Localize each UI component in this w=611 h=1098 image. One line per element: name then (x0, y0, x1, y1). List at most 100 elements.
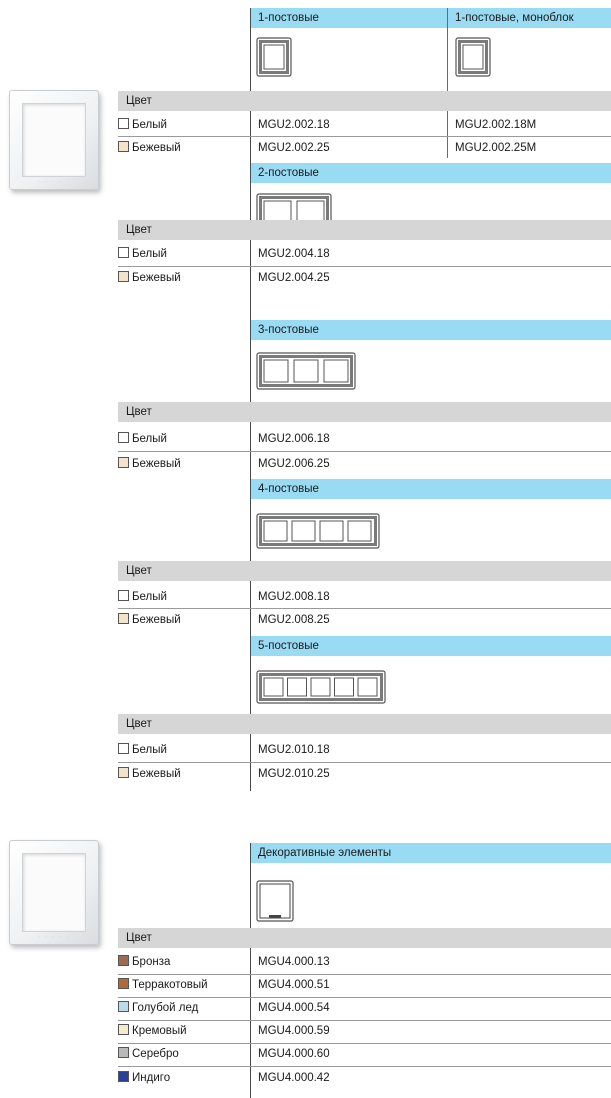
header-2-post-label: 2-постовые (258, 167, 319, 179)
frame-photo-dots: · · · · · (38, 179, 70, 185)
frame-3-post-icon (256, 352, 356, 390)
color-cream: Кремовый (118, 1021, 187, 1041)
frame-decorative-icon (256, 880, 294, 922)
color-name: Бежевый (132, 768, 181, 780)
color-bronze: Бронза (118, 952, 170, 972)
color-name: Кремовый (132, 1025, 187, 1037)
code-cell: MGU4.000.54 (258, 1002, 330, 1014)
color-white: Белый (118, 115, 167, 135)
swatch-beige-icon (118, 271, 129, 282)
code-cell: MGU2.002.25M (455, 142, 537, 154)
color-name: Белый (132, 119, 167, 131)
code-cell: MGU4.000.59 (258, 1025, 330, 1037)
swatch-beige-icon (118, 767, 129, 778)
color-name: Бежевый (132, 142, 181, 154)
color-beige: Бежевый (118, 138, 181, 158)
color-white: Белый (118, 244, 167, 264)
color-name: Бежевый (132, 458, 181, 470)
color-row: Цвет (118, 714, 611, 734)
code-cell: MGU2.006.18 (258, 433, 330, 445)
color-label: Цвет (126, 224, 152, 236)
frame-4-post-icon (256, 513, 380, 549)
color-beige: Бежевый (118, 610, 181, 630)
code-cell: MGU2.010.25 (258, 768, 330, 780)
color-row: Цвет (118, 220, 611, 240)
frame-5-post-icon (256, 670, 386, 704)
color-white: Белый (118, 740, 167, 760)
color-name: Бежевый (132, 272, 181, 284)
color-label: Цвет (126, 565, 152, 577)
swatch-white-icon (118, 432, 129, 443)
swatch-cream-icon (118, 1024, 129, 1035)
color-name: Белый (132, 248, 167, 260)
color-name: Белый (132, 591, 167, 603)
swatch-bronze-icon (118, 955, 129, 966)
swatch-beige-icon (118, 457, 129, 468)
header-1-post-monoblock-label: 1-постовые, моноблок (455, 12, 574, 24)
color-row: Цвет (118, 402, 611, 422)
frame-photo: · · · · · (9, 840, 99, 945)
color-indigo: Индиго (118, 1068, 170, 1088)
color-terracotta: Терракотовый (118, 975, 208, 995)
color-name: Белый (132, 433, 167, 445)
color-name: Голубой лед (132, 1002, 199, 1014)
header-decorative-label: Декоративные элементы (258, 847, 392, 859)
color-beige: Бежевый (118, 268, 181, 288)
code-cell: MGU4.000.60 (258, 1048, 330, 1060)
swatch-white-icon (118, 247, 129, 258)
header-3-post-label: 3-постовые (258, 324, 319, 336)
frame-photo-inner (22, 853, 86, 932)
color-name: Белый (132, 744, 167, 756)
color-label: Цвет (126, 718, 152, 730)
row-separator (118, 136, 611, 137)
header-1-post-label: 1-постовые (258, 12, 319, 24)
header-5-post: 5-постовые (251, 636, 611, 656)
code-cell: MGU2.002.25 (258, 142, 330, 154)
color-name: Бежевый (132, 614, 181, 626)
color-name: Серебро (132, 1048, 179, 1060)
code-cell: MGU2.010.18 (258, 744, 330, 756)
code-cell: MGU4.000.42 (258, 1072, 330, 1084)
code-cell: MGU4.000.51 (258, 979, 330, 991)
color-white: Белый (118, 429, 167, 449)
header-5-post-label: 5-постовые (258, 640, 319, 652)
code-cell: MGU2.002.18 (258, 119, 330, 131)
code-cell: MGU2.008.18 (258, 591, 330, 603)
frame-photo-inner (22, 103, 86, 177)
frame-photo-dots: · · · · · (38, 934, 70, 940)
color-ice-blue: Голубой лед (118, 998, 198, 1018)
color-white: Белый (118, 587, 167, 607)
header-2-post: 2-постовые (251, 163, 611, 183)
color-row: Цвет (118, 561, 611, 581)
code-cell: MGU4.000.13 (258, 956, 330, 968)
color-label: Цвет (126, 932, 152, 944)
color-name: Индиго (132, 1072, 171, 1084)
swatch-indigo-icon (118, 1071, 129, 1082)
swatch-terracotta-icon (118, 978, 129, 989)
table-divider (250, 843, 251, 1098)
swatch-silver-icon (118, 1047, 129, 1058)
color-name: Терракотовый (132, 979, 208, 991)
frame-1-post-icon (256, 37, 292, 77)
row-separator (118, 762, 611, 763)
row-separator (118, 608, 611, 609)
color-name: Бронза (132, 956, 171, 968)
color-beige: Бежевый (118, 764, 181, 784)
code-cell: MGU2.004.25 (258, 272, 330, 284)
swatch-white-icon (118, 743, 129, 754)
row-separator (118, 1066, 611, 1067)
table-divider (250, 8, 251, 791)
swatch-white-icon (118, 118, 129, 129)
frame-1-post-monoblock-icon (455, 37, 491, 77)
swatch-ice-blue-icon (118, 1001, 129, 1012)
swatch-beige-icon (118, 141, 129, 152)
header-1-post-monoblock: 1-постовые, моноблок (448, 8, 611, 28)
row-separator (118, 1020, 611, 1021)
header-decorative: Декоративные элементы (251, 843, 611, 863)
row-separator (118, 451, 611, 452)
code-cell: MGU2.004.18 (258, 248, 330, 260)
swatch-white-icon (118, 590, 129, 601)
color-label: Цвет (126, 95, 152, 107)
header-4-post-label: 4-постовые (258, 483, 319, 495)
color-label: Цвет (126, 406, 152, 418)
